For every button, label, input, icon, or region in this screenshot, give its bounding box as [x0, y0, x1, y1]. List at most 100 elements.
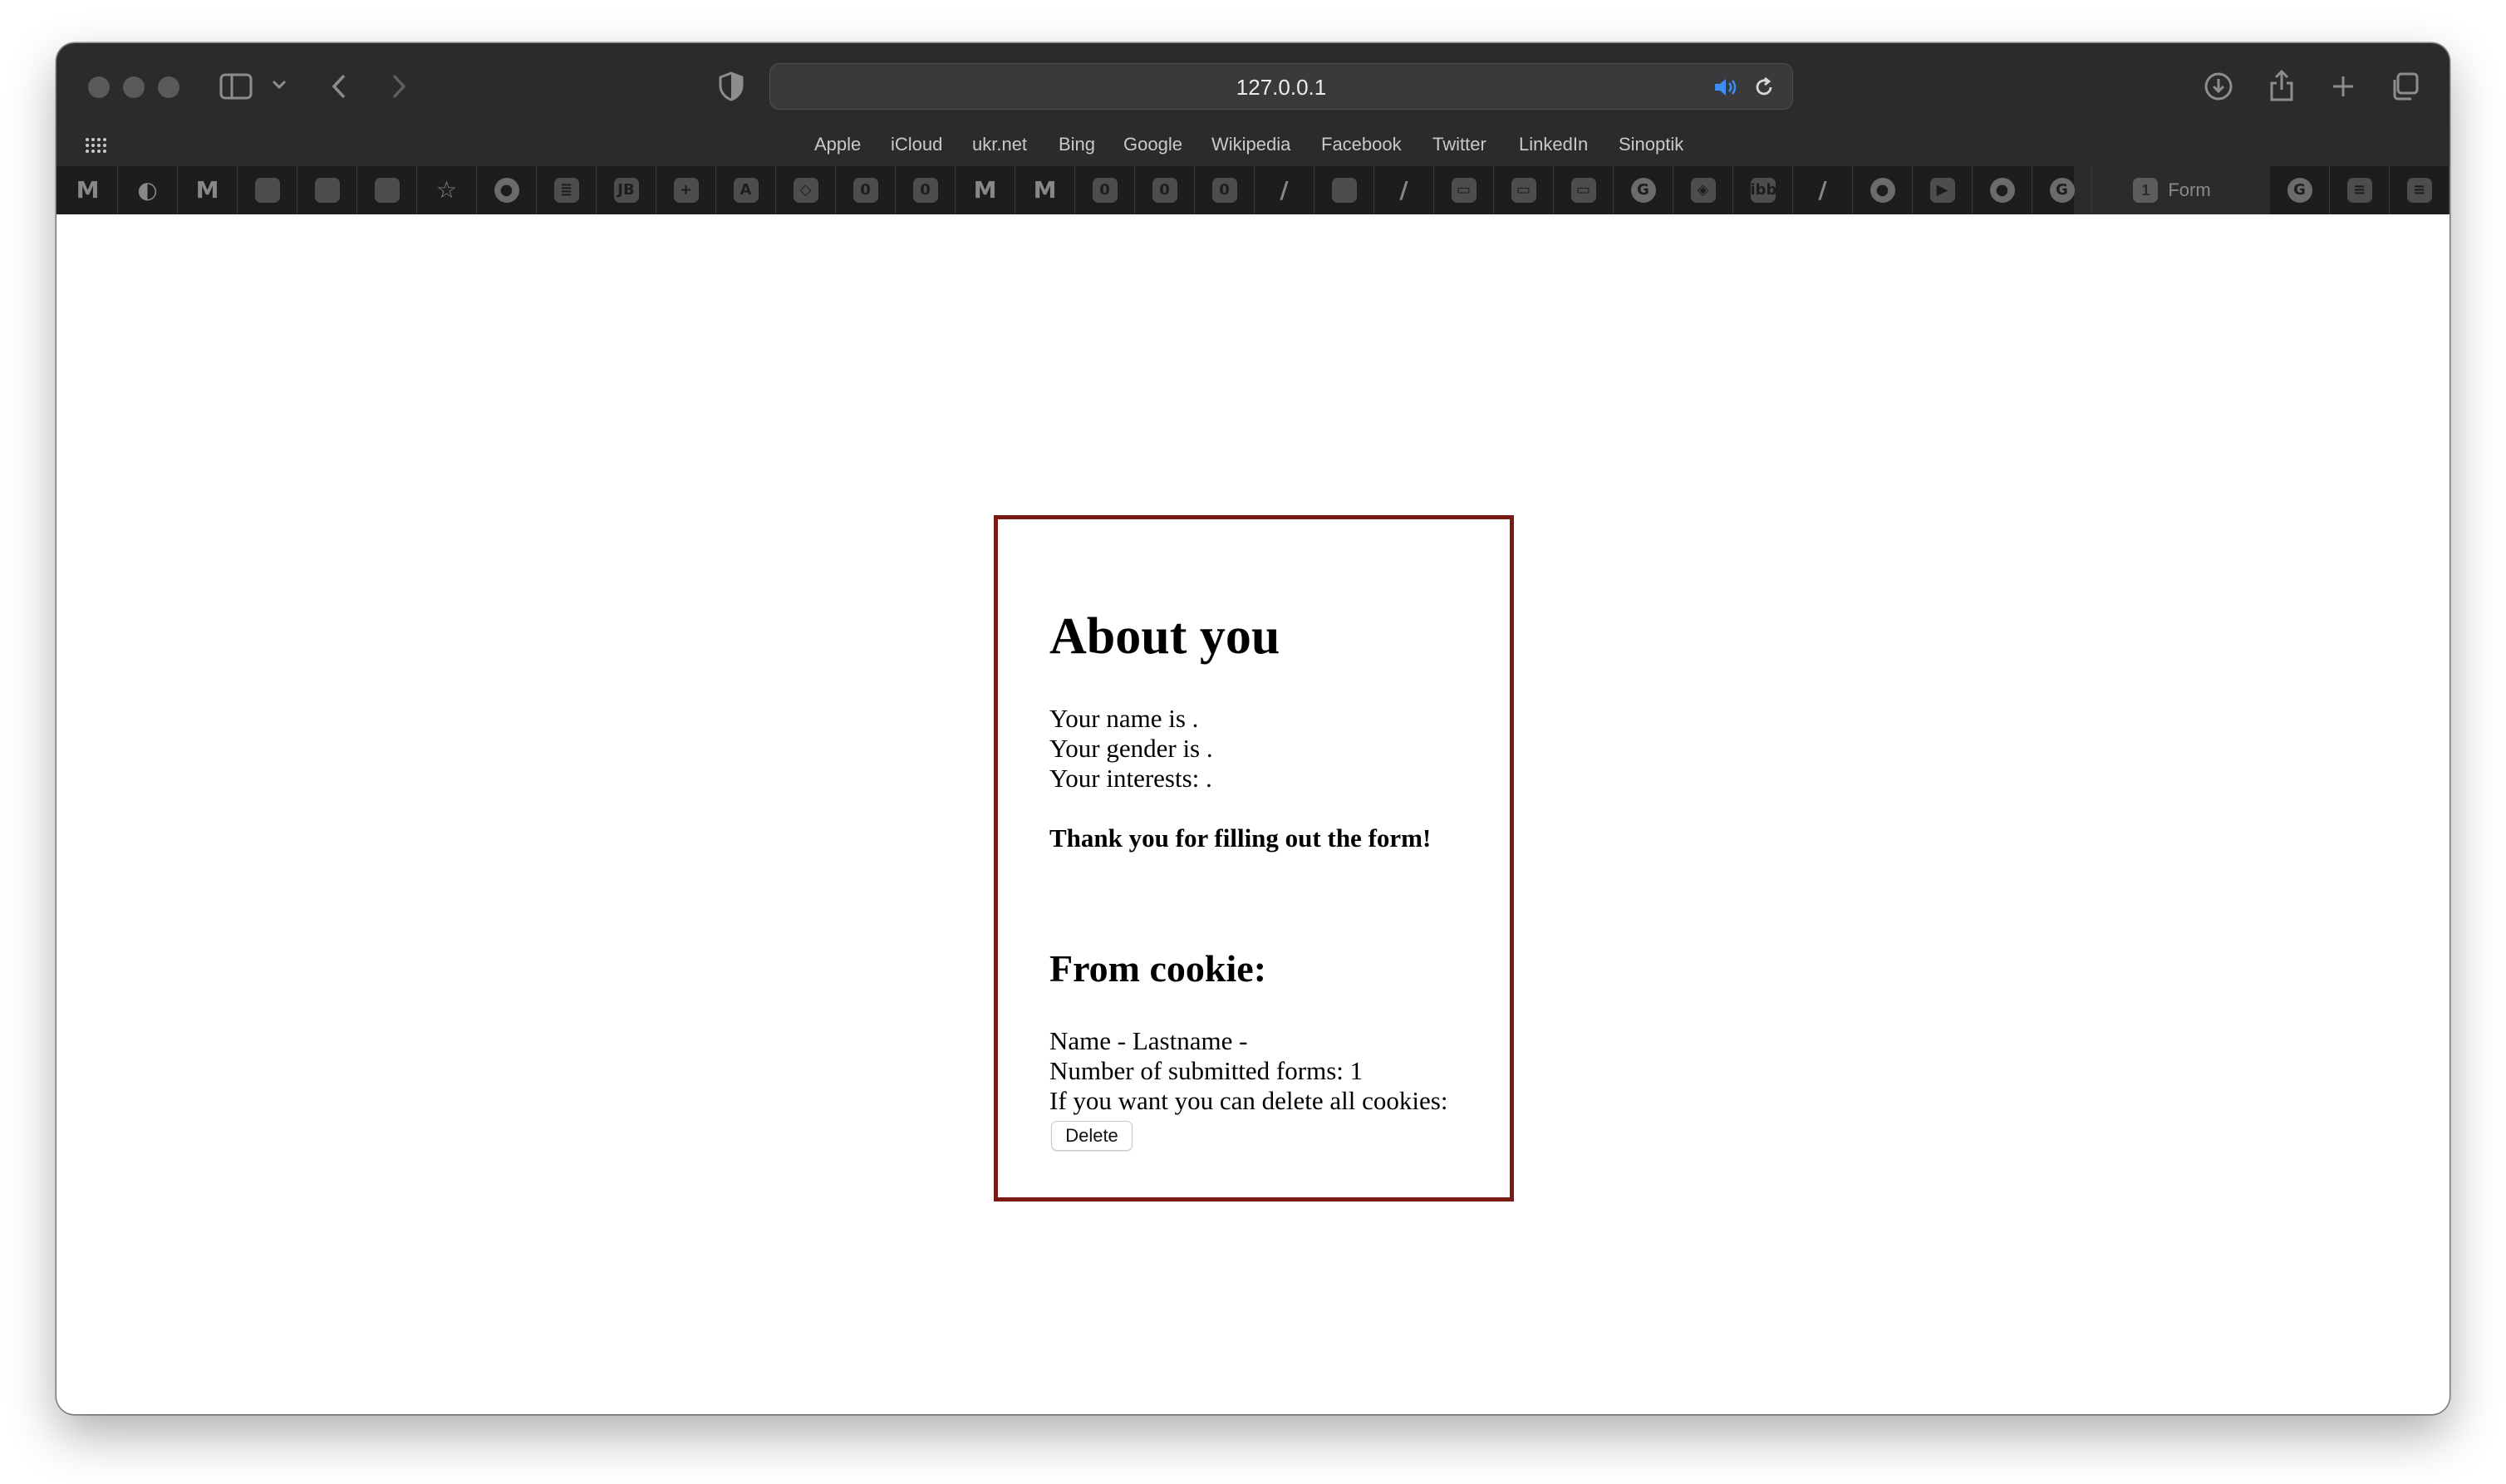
curve-icon: / — [1818, 176, 1827, 204]
pinned-tab[interactable] — [297, 166, 357, 214]
gender-line: Your gender is . — [1049, 734, 1213, 763]
tab-number-badge: 1 — [2133, 178, 2159, 203]
back-button[interactable] — [321, 68, 357, 105]
delete-prompt: If you want you can delete all cookies: — [1049, 1086, 1448, 1115]
pinned-tab[interactable]: ● — [1853, 166, 1913, 214]
pinned-tab[interactable]: ▭ — [1554, 166, 1614, 214]
share-icon[interactable] — [2263, 66, 2300, 105]
upwork-icon: 0 — [1092, 178, 1118, 203]
reload-icon[interactable] — [1751, 74, 1777, 101]
grid-icon[interactable] — [83, 133, 108, 158]
tab-form[interactable]: 1 Form — [2074, 166, 2270, 214]
page-title: About you — [1049, 608, 1280, 665]
pinned-tab[interactable] — [238, 166, 297, 214]
pinned-tab[interactable]: ▶ — [1913, 166, 1973, 214]
pinned-tab[interactable]: / — [1255, 166, 1314, 214]
favorite-link[interactable]: iCloud — [891, 126, 942, 163]
pinned-tab[interactable]: 0 — [1195, 166, 1255, 214]
pinned-tab[interactable] — [357, 166, 417, 214]
pinned-tab[interactable]: ☆ — [417, 166, 477, 214]
pen-icon: / — [1280, 176, 1289, 204]
pinned-tab[interactable]: ● — [477, 166, 537, 214]
minimize-window-button[interactable] — [123, 76, 145, 98]
globe-icon: ● — [494, 178, 519, 203]
favorites-bar: Apple iCloud ukr.net Bing Google Wikiped… — [57, 126, 2449, 163]
pinned-tab[interactable]: M — [956, 166, 1015, 214]
forward-button[interactable] — [381, 68, 417, 105]
pinned-tab[interactable]: 0 — [896, 166, 956, 214]
cookie-heading: From cookie: — [1049, 947, 1267, 990]
favorite-link[interactable]: Twitter — [1432, 126, 1486, 163]
pinned-tab[interactable]: / — [1374, 166, 1434, 214]
pinned-tab[interactable]: JB — [597, 166, 656, 214]
stackoverflow-icon: ≡ — [2346, 178, 2372, 203]
app-icon — [1331, 178, 1357, 203]
interests-line: Your interests: . — [1049, 764, 1212, 793]
sidebar-toggle-icon[interactable] — [218, 68, 254, 105]
pinned-tab[interactable]: ibb — [1733, 166, 1793, 214]
favorite-link[interactable]: LinkedIn — [1519, 126, 1588, 163]
pinned-tab[interactable]: M — [1015, 166, 1075, 214]
tray-icon: ▭ — [1451, 178, 1477, 203]
pinned-tab[interactable]: / — [1793, 166, 1853, 214]
gmail-icon: M — [973, 176, 997, 204]
curve-icon: / — [1399, 176, 1408, 204]
privacy-shield-icon[interactable] — [713, 68, 749, 105]
pinned-tab[interactable]: M — [178, 166, 238, 214]
url-text: 127.0.0.1 — [1236, 75, 1327, 100]
favorite-link[interactable]: Facebook — [1321, 126, 1402, 163]
tab-title: Form — [2168, 179, 2211, 200]
pinned-tab[interactable]: M — [58, 166, 118, 214]
page-content: About you Your name is . Your gender is … — [57, 214, 2449, 1414]
pinned-tab[interactable]: ▭ — [1494, 166, 1554, 214]
close-window-button[interactable] — [88, 76, 110, 98]
plus-tile-icon: + — [673, 178, 699, 203]
favorite-link[interactable]: Wikipedia — [1211, 126, 1290, 163]
jetbrains-icon: JB — [613, 178, 639, 203]
pinned-tab[interactable]: ◈ — [1673, 166, 1733, 214]
delete-cookies-button[interactable]: Delete — [1051, 1121, 1133, 1151]
result-card: About you Your name is . Your gender is … — [994, 515, 1514, 1201]
pinned-tab[interactable]: + — [656, 166, 716, 214]
youtube-icon: ▶ — [1929, 178, 1955, 203]
tab-strip: 1 Form M ◐ M ☆ ● ≣ JB + A ◇ 0 0 M M 0 0 0 / / ▭ ▭ ▭ G ◈ ibb / ● ▶ ● G… — [57, 166, 2449, 214]
pinned-tab[interactable]: ≡ — [2390, 166, 2449, 214]
pinned-tab[interactable]: G — [2270, 166, 2330, 214]
grammarly-icon: G — [2049, 178, 2075, 203]
pinned-tab[interactable]: ● — [1973, 166, 2032, 214]
pinned-tab[interactable]: ◐ — [118, 166, 178, 214]
gmail-icon: M — [1033, 176, 1057, 204]
downloads-icon[interactable] — [2200, 68, 2237, 105]
pinned-tab[interactable]: ◇ — [776, 166, 836, 214]
address-bar[interactable]: 127.0.0.1 — [769, 63, 1793, 110]
list-icon: ≣ — [553, 178, 579, 203]
pinned-tab[interactable]: G — [2032, 166, 2092, 214]
stackoverflow-icon: ≡ — [2406, 178, 2432, 203]
favorite-link[interactable]: Bing — [1059, 126, 1095, 163]
pacman-icon: ◐ — [137, 176, 158, 204]
pinned-tab[interactable]: ▭ — [1434, 166, 1494, 214]
new-tab-icon[interactable] — [2325, 68, 2361, 105]
chevron-down-icon[interactable] — [269, 75, 289, 95]
favorite-link[interactable]: Apple — [814, 126, 861, 163]
upwork-icon: 0 — [1152, 178, 1177, 203]
favorite-link[interactable]: Sinoptik — [1619, 126, 1683, 163]
tab-overview-icon[interactable] — [2386, 68, 2423, 105]
app-icon — [314, 178, 340, 203]
pinned-tab[interactable]: G — [1614, 166, 1673, 214]
pinned-tab[interactable]: ≡ — [2330, 166, 2390, 214]
favorite-link[interactable]: Google — [1123, 126, 1182, 163]
pinned-tab[interactable]: A — [716, 166, 776, 214]
star-icon: ☆ — [435, 176, 458, 204]
browser-toolbar: 127.0.0.1 Apple iCloud ukr.net Bing Goog… — [57, 43, 2449, 214]
pinned-tab[interactable]: ≣ — [537, 166, 597, 214]
pinned-tab[interactable]: 0 — [1075, 166, 1135, 214]
upwork-icon: 0 — [1211, 178, 1237, 203]
audio-playing-icon[interactable] — [1712, 74, 1739, 101]
font-icon: A — [733, 178, 759, 203]
pinned-tab[interactable]: 0 — [1135, 166, 1195, 214]
zoom-window-button[interactable] — [158, 76, 179, 98]
favorite-link[interactable]: ukr.net — [972, 126, 1027, 163]
pinned-tab[interactable]: 0 — [836, 166, 896, 214]
pinned-tab[interactable] — [1314, 166, 1374, 214]
